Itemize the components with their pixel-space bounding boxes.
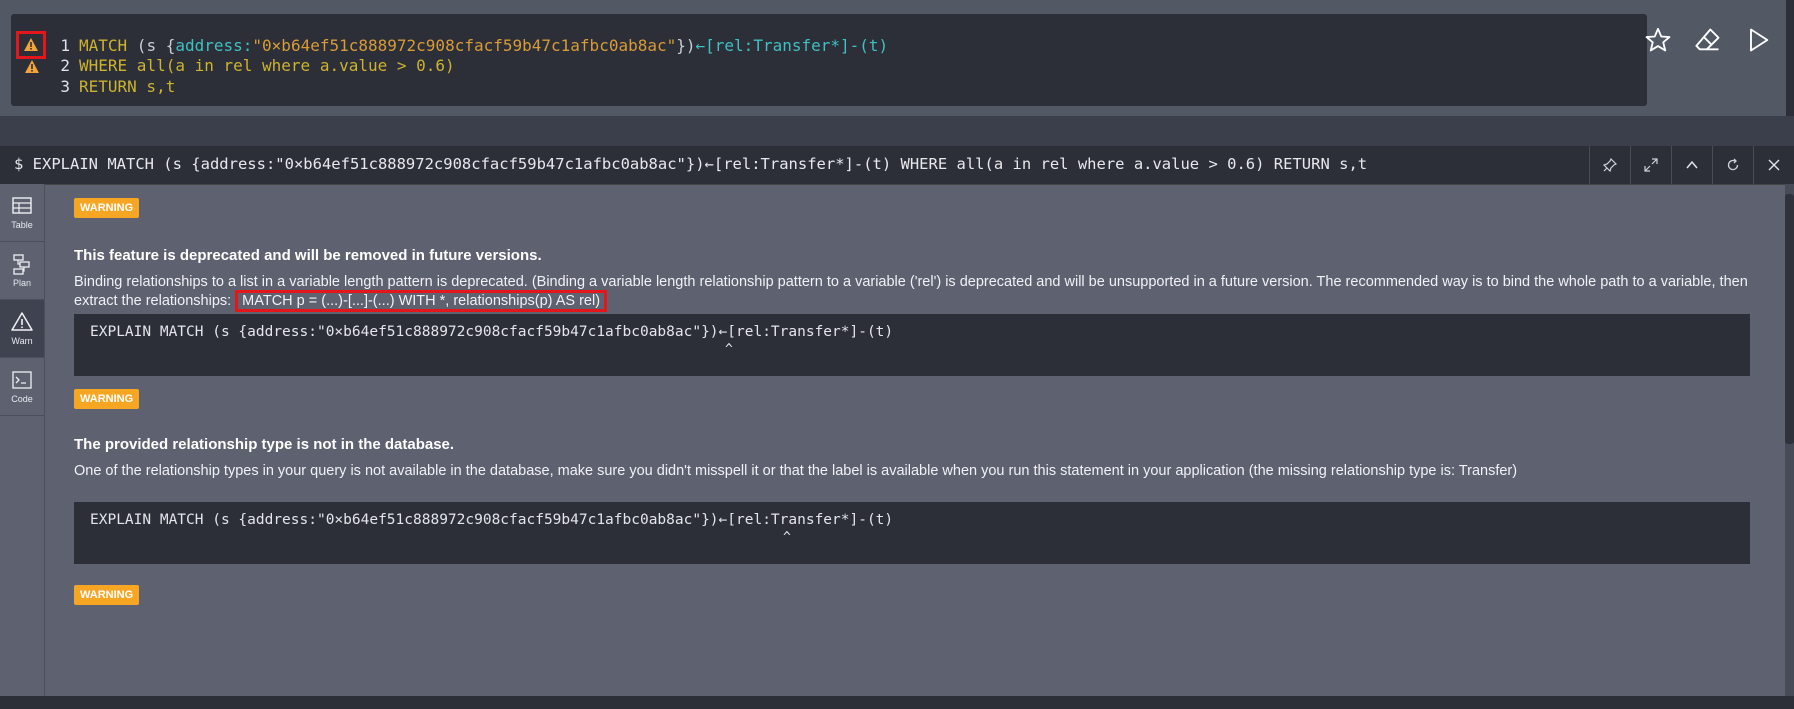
play-icon <box>1750 28 1769 52</box>
line-number: 2 <box>60 56 70 75</box>
line-number: 1 <box>60 36 70 55</box>
code-text: RETURN s,t <box>79 77 176 96</box>
code-icon <box>12 371 32 389</box>
code-snippet: EXPLAIN MATCH (s {address:"0×b64ef51c888… <box>90 512 894 528</box>
code-text: WHERE all(a in rel where a.value > 0.6) <box>79 56 455 75</box>
code-snippet: EXPLAIN MATCH (s {address:"0×b64ef51c888… <box>90 324 894 340</box>
frame-command[interactable]: $ EXPLAIN MATCH (s {address:"0×b64ef51c8… <box>14 155 1367 173</box>
tab-code[interactable]: Code <box>0 358 44 416</box>
panel-scrollbar-thumb[interactable] <box>1785 194 1794 444</box>
editor-line-2[interactable]: 2 WHERE all(a in rel where a.value > 0.6… <box>11 55 1011 77</box>
rerun-icon <box>1727 158 1739 171</box>
tab-warn[interactable]: Warn <box>0 300 44 358</box>
tab-plan[interactable]: Plan <box>0 242 44 300</box>
tab-table[interactable]: Table <box>0 184 44 242</box>
warnings-panel: WARNING This feature is deprecated and w… <box>44 184 1785 696</box>
close-button[interactable] <box>1753 146 1794 184</box>
frame-controls <box>1589 146 1794 184</box>
warning-icon <box>11 312 33 331</box>
warning-code-block: EXPLAIN MATCH (s {address:"0×b64ef51c888… <box>74 502 1750 564</box>
clear-button[interactable] <box>1690 22 1726 58</box>
collapse-button[interactable] <box>1671 146 1712 184</box>
warning-title: This feature is deprecated and will be r… <box>74 247 542 264</box>
warning-title: The provided relationship type is not in… <box>74 436 455 453</box>
editor-line-3[interactable]: 3 RETURN s,t <box>11 76 1011 98</box>
favorite-button[interactable] <box>1640 22 1676 58</box>
editor-actions <box>1640 22 1776 58</box>
pin-button[interactable] <box>1589 146 1630 184</box>
frame-sidebar: Table Plan Warn Code <box>0 184 45 696</box>
expand-icon <box>1644 158 1658 172</box>
warning-badge: WARNING <box>74 585 140 605</box>
rerun-button[interactable] <box>1712 146 1753 184</box>
error-caret: ^ <box>725 342 733 357</box>
bottom-strip <box>0 696 1794 709</box>
editor-line-1[interactable]: 1 MATCH (s {address:"0×b64ef51c888972c90… <box>11 31 1011 59</box>
code-text: MATCH (s {address:"0×b64ef51c888972c908c… <box>79 36 889 55</box>
result-frame: $ EXPLAIN MATCH (s {address:"0×b64ef51c8… <box>0 146 1794 696</box>
line-number: 3 <box>60 77 70 96</box>
star-icon <box>1645 27 1671 52</box>
error-caret: ^ <box>783 530 791 545</box>
frame-header: $ EXPLAIN MATCH (s {address:"0×b64ef51c8… <box>0 146 1794 185</box>
warning-badge: WARNING <box>74 389 140 409</box>
warning-icon[interactable] <box>22 57 42 75</box>
collapse-icon <box>1686 160 1698 169</box>
run-button[interactable] <box>1740 22 1776 58</box>
warning-code-block: EXPLAIN MATCH (s {address:"0×b64ef51c888… <box>74 314 1750 376</box>
table-icon <box>12 197 32 214</box>
warning-description: One of the relationship types in your qu… <box>74 463 1518 479</box>
eraser-icon <box>1695 28 1720 51</box>
warning-description: Binding relationships to a list in a var… <box>74 273 1754 312</box>
editor-area: 1 MATCH (s {address:"0×b64ef51c888972c90… <box>0 0 1794 116</box>
warning-badge: WARNING <box>74 198 140 218</box>
fullscreen-button[interactable] <box>1630 146 1671 184</box>
query-editor[interactable]: 1 MATCH (s {address:"0×b64ef51c888972c90… <box>11 14 1647 106</box>
highlighted-suggestion: MATCH p = (...)-[...]-(...) WITH *, rela… <box>235 290 608 312</box>
close-icon <box>1768 159 1780 171</box>
editor-scroll-edge <box>1786 0 1794 116</box>
pin-icon <box>1603 158 1617 172</box>
plan-icon <box>13 254 30 275</box>
